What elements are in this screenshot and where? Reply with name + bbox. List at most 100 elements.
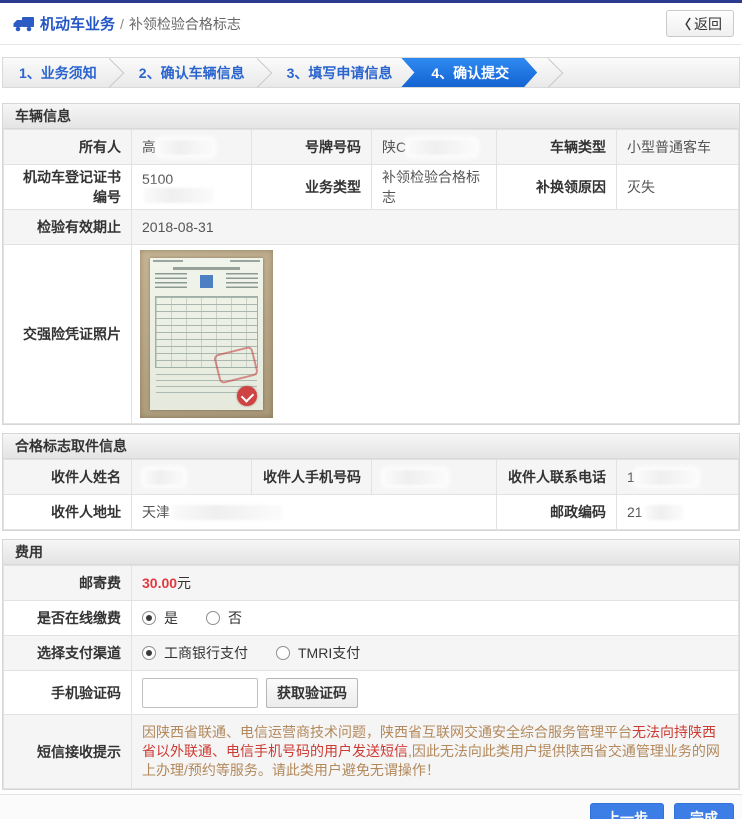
breadcrumb-current: 补领检验合格标志	[129, 14, 241, 34]
business-type-label: 业务类型	[252, 165, 372, 210]
sms-notice-text: 因陕西省联通、电信运营商技术问题，陕西省互联网交通安全综合服务管理平台无法向持陕…	[132, 715, 739, 789]
redaction-blur	[144, 470, 184, 485]
radio-online-pay-no[interactable]: 否	[206, 608, 242, 628]
step-label: 1、业务须知	[19, 63, 97, 83]
recipient-name-value	[132, 460, 252, 495]
step-3-fill-application[interactable]: 3、填写申请信息	[271, 58, 419, 87]
breadcrumb-separator: /	[120, 16, 124, 32]
cert-number-value: 5100	[132, 165, 252, 210]
pay-channel-label: 选择支付渠道	[4, 636, 132, 671]
table-row: 所有人 高 号牌号码 陕C 车辆类型 小型普通客车	[4, 130, 739, 165]
header-bar: 机动车业务 / 补领检验合格标志 〈 返回	[0, 3, 742, 45]
truck-icon	[12, 16, 34, 32]
table-row: 检验有效期止 2018-08-31	[4, 210, 739, 245]
sms-notice-label: 短信接收提示	[4, 715, 132, 789]
table-row: 手机验证码 获取验证码	[4, 671, 739, 715]
radio-unselected-icon	[276, 646, 290, 660]
fee-section: 费用 邮寄费 30.00元 是否在线缴费 是	[2, 539, 740, 790]
step-2-confirm-vehicle-info[interactable]: 2、确认车辆信息	[123, 58, 271, 87]
table-row: 是否在线缴费 是 否	[4, 601, 739, 636]
chevron-left-icon: 〈	[678, 14, 691, 33]
table-row: 选择支付渠道 工商银行支付 TMRI支付	[4, 636, 739, 671]
recipient-mobile-value	[372, 460, 497, 495]
postage-amount: 30.00	[142, 575, 177, 591]
redaction-blur	[384, 470, 446, 485]
photo-detail	[153, 260, 183, 262]
plate-label: 号牌号码	[252, 130, 372, 165]
redaction-blur	[408, 140, 476, 155]
step-label: 2、确认车辆信息	[139, 63, 245, 83]
pickup-info-section: 合格标志取件信息 收件人姓名 收件人手机号码 收件人联系电话 1 收件人地址 天…	[2, 433, 740, 531]
red-seal-icon	[237, 386, 257, 406]
redaction-blur	[645, 505, 683, 520]
redaction-blur	[158, 140, 213, 155]
sms-code-cell: 获取验证码	[132, 671, 739, 715]
photo-detail	[173, 267, 241, 270]
radio-label: 是	[164, 608, 178, 628]
table-row: 机动车登记证书编号 5100 业务类型 补领检验合格标志 补换领原因 灭失	[4, 165, 739, 210]
sms-code-input[interactable]	[142, 678, 258, 708]
pickup-info-title: 合格标志取件信息	[3, 434, 739, 459]
table-row: 交强险凭证照片	[4, 245, 739, 424]
radio-tmri-pay[interactable]: TMRI支付	[276, 643, 360, 663]
valid-until-value: 2018-08-31	[132, 210, 739, 245]
redaction-blur	[637, 470, 697, 485]
pay-channel-options: 工商银行支付 TMRI支付	[132, 636, 739, 671]
recipient-phone-value: 1	[617, 460, 739, 495]
owner-label: 所有人	[4, 130, 132, 165]
active-step-arrow: 4、确认提交	[401, 58, 537, 87]
vehicle-info-title: 车辆信息	[3, 104, 739, 129]
breadcrumb-root[interactable]: 机动车业务	[40, 13, 115, 34]
finish-button[interactable]: 完成	[674, 803, 734, 819]
radio-label: 工商银行支付	[164, 643, 248, 663]
step-4-confirm-submit[interactable]: 4、确认提交	[418, 58, 537, 87]
sms-code-label: 手机验证码	[4, 671, 132, 715]
cert-number-label: 机动车登记证书编号	[4, 165, 132, 210]
photo-detail	[226, 273, 258, 289]
get-code-button[interactable]: 获取验证码	[266, 678, 358, 708]
recipient-address-value: 天津	[132, 495, 497, 530]
owner-value: 高	[132, 130, 252, 165]
recipient-phone-label: 收件人联系电话	[497, 460, 617, 495]
radio-label: TMRI支付	[298, 643, 360, 663]
radio-selected-icon	[142, 646, 156, 660]
vehicle-type-label: 车辆类型	[497, 130, 617, 165]
online-pay-label: 是否在线缴费	[4, 601, 132, 636]
table-row: 短信接收提示 因陕西省联通、电信运营商技术问题，陕西省互联网交通安全综合服务管理…	[4, 715, 739, 789]
insurance-certificate-photo	[140, 250, 273, 418]
postage-value: 30.00元	[132, 566, 739, 601]
vehicle-type-value: 小型普通客车	[617, 130, 739, 165]
step-label: 4、确认提交	[431, 63, 509, 83]
reason-label: 补换领原因	[497, 165, 617, 210]
page: 机动车业务 / 补领检验合格标志 〈 返回 1、业务须知 2、确认车辆信息 3、…	[0, 0, 742, 819]
radio-label: 否	[228, 608, 242, 628]
postage-unit: 元	[177, 575, 191, 591]
footer-action-bar: 上一步 完成	[0, 794, 742, 819]
insurer-logo-mark	[200, 275, 213, 288]
step-label: 3、填写申请信息	[287, 63, 393, 83]
postal-code-label: 邮政编码	[497, 495, 617, 530]
radio-selected-icon	[142, 611, 156, 625]
insurance-photo-label: 交强险凭证照片	[4, 245, 132, 424]
plate-value: 陕C	[372, 130, 497, 165]
recipient-name-label: 收件人姓名	[4, 460, 132, 495]
recipient-address-label: 收件人地址	[4, 495, 132, 530]
previous-step-button[interactable]: 上一步	[590, 803, 664, 819]
redaction-blur	[172, 505, 282, 520]
vehicle-info-section: 车辆信息 所有人 高 号牌号码 陕C 车辆类型 小型普通客车 机动车登记证书编号…	[2, 103, 740, 425]
back-button-label: 返回	[694, 14, 722, 34]
photo-detail	[155, 273, 187, 289]
fee-title: 费用	[3, 540, 739, 565]
online-pay-options: 是 否	[132, 601, 739, 636]
photo-detail	[230, 260, 260, 262]
radio-icbc-pay[interactable]: 工商银行支付	[142, 643, 248, 663]
vehicle-info-table: 所有人 高 号牌号码 陕C 车辆类型 小型普通客车 机动车登记证书编号 5100…	[3, 129, 739, 424]
postal-code-value: 21	[617, 495, 739, 530]
back-button[interactable]: 〈 返回	[666, 10, 734, 37]
table-row: 收件人地址 天津 邮政编码 21	[4, 495, 739, 530]
radio-online-pay-yes[interactable]: 是	[142, 608, 178, 628]
step-1-business-notice[interactable]: 1、业务须知	[3, 58, 123, 87]
insurance-photo-cell	[132, 245, 739, 424]
insurance-document-paper	[150, 258, 263, 410]
step-nav: 1、业务须知 2、确认车辆信息 3、填写申请信息 4、确认提交	[2, 57, 740, 88]
